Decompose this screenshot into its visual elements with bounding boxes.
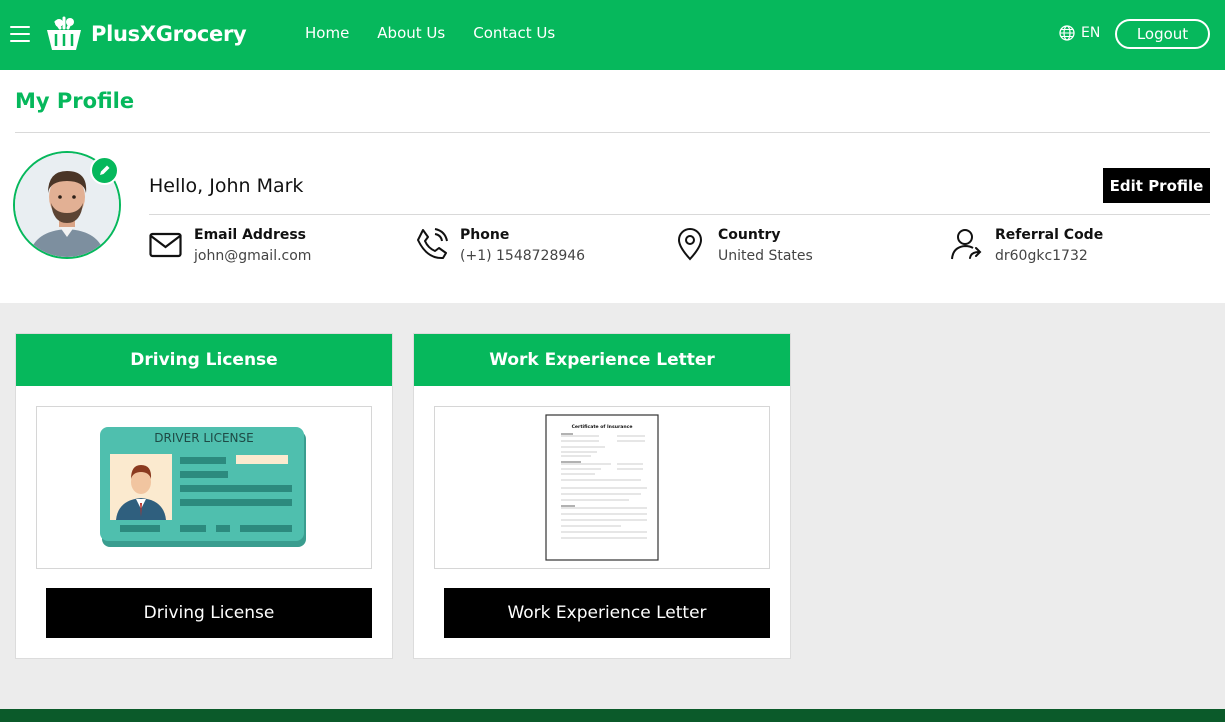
language-selector[interactable]: EN — [1059, 25, 1100, 41]
referral-value: dr60gkc1732 — [995, 248, 1088, 264]
user-share-icon — [951, 229, 982, 260]
language-label: EN — [1081, 25, 1101, 41]
main-nav: Home About Us Contact Us — [305, 24, 583, 42]
mail-icon — [149, 232, 182, 258]
edit-profile-button[interactable]: Edit Profile — [1103, 168, 1210, 203]
referral-label: Referral Code — [995, 227, 1104, 243]
phone-value: (+1) 1548728946 — [460, 248, 586, 264]
basket-logo-icon — [47, 16, 81, 50]
top-navbar: PlusXGrocery Home About Us Contact Us EN… — [0, 0, 1225, 70]
card-title: Work Experience Letter — [414, 334, 790, 386]
country-label: Country — [718, 227, 781, 243]
page-title: My Profile — [15, 89, 135, 113]
email-label: Email Address — [194, 227, 307, 243]
work-experience-image[interactable]: Certificate of Insurance — [434, 406, 770, 569]
phone-icon — [417, 228, 448, 260]
driving-license-button[interactable]: Driving License — [46, 588, 372, 638]
edit-avatar-button[interactable] — [90, 156, 119, 185]
phone-info: Phone (+1) 1548728946 — [415, 225, 585, 267]
work-experience-card: Work Experience Letter Certificate of In… — [413, 333, 791, 659]
nav-contact-us[interactable]: Contact Us — [473, 24, 555, 42]
brand-name: PlusXGrocery — [91, 22, 247, 46]
menu-icon[interactable] — [10, 26, 30, 42]
work-experience-button[interactable]: Work Experience Letter — [444, 588, 770, 638]
divider — [15, 132, 1210, 133]
email-value: john@gmail.com — [194, 248, 312, 264]
referral-info: Referral Code dr60gkc1732 — [950, 225, 1103, 267]
country-value: United States — [718, 248, 813, 264]
footer — [0, 709, 1225, 722]
license-heading: DRIVER LICENSE — [154, 431, 253, 445]
document-heading: Certificate of Insurance — [572, 424, 633, 430]
divider — [149, 214, 1210, 215]
globe-icon — [1059, 25, 1075, 41]
card-title: Driving License — [16, 334, 392, 386]
logout-button[interactable]: Logout — [1115, 19, 1210, 49]
driving-license-image[interactable]: DRIVER LICENSE — [36, 406, 372, 569]
phone-label: Phone — [460, 227, 510, 243]
pencil-icon — [100, 165, 110, 175]
driver-license-illustration: DRIVER LICENSE — [100, 426, 306, 547]
email-info: Email Address john@gmail.com — [149, 225, 311, 267]
driving-license-card: Driving License DRIVER LICENSE Driving L… — [15, 333, 393, 659]
brand-logo[interactable]: PlusXGrocery — [44, 14, 247, 54]
greeting: Hello, John Mark — [149, 175, 304, 197]
nav-home[interactable]: Home — [305, 24, 349, 42]
nav-about-us[interactable]: About Us — [377, 24, 445, 42]
country-info: Country United States — [673, 225, 813, 267]
location-pin-icon — [677, 228, 703, 261]
document-illustration: Certificate of Insurance — [545, 414, 659, 561]
